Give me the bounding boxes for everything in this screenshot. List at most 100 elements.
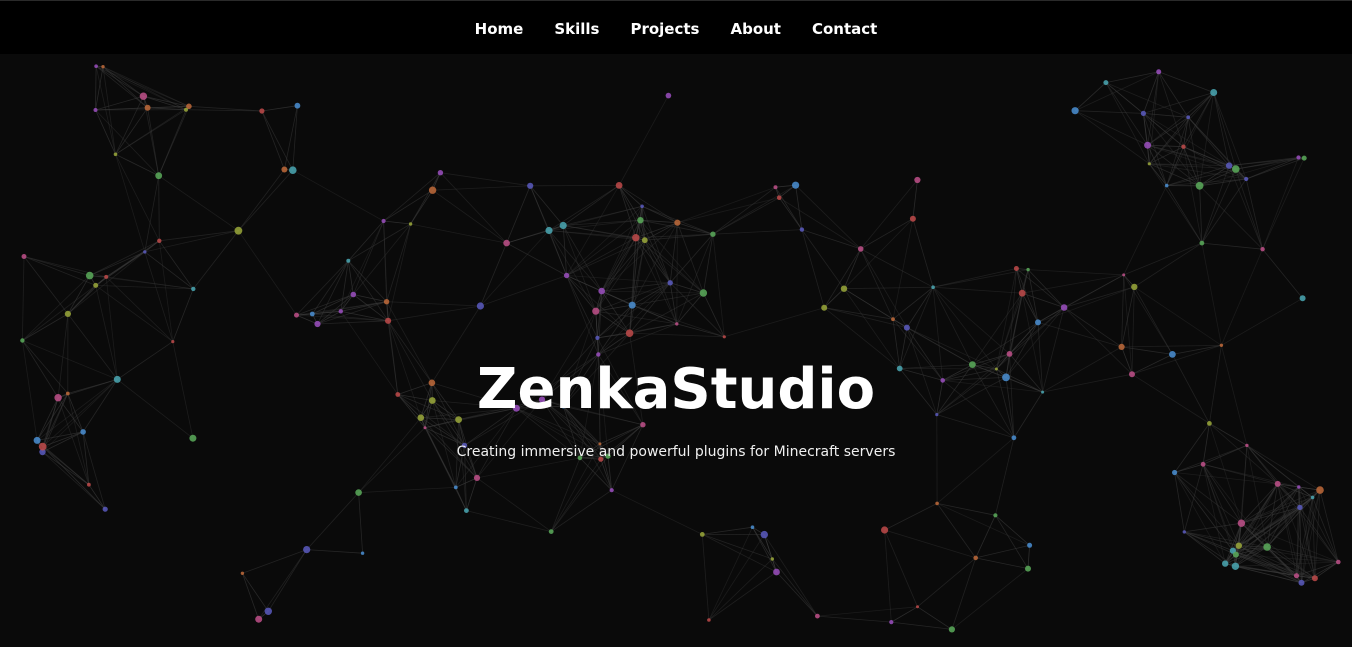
network-node xyxy=(538,396,546,403)
network-node xyxy=(840,285,848,292)
nav-link-projects[interactable]: Projects xyxy=(630,18,699,38)
network-link xyxy=(358,492,363,554)
network-node xyxy=(1041,390,1045,394)
network-node xyxy=(1118,343,1125,350)
network-node xyxy=(33,436,41,444)
network-link xyxy=(906,327,997,370)
network-node xyxy=(675,322,679,326)
network-link xyxy=(1184,522,1242,533)
network-link xyxy=(843,218,914,289)
network-link xyxy=(1105,71,1159,83)
network-node xyxy=(940,378,945,383)
network-link xyxy=(563,406,581,459)
network-link xyxy=(899,364,973,369)
network-node xyxy=(428,186,437,194)
network-node xyxy=(1156,69,1162,75)
network-link xyxy=(261,110,285,170)
network-node xyxy=(561,403,566,409)
network-link xyxy=(1123,274,1173,355)
network-node xyxy=(563,272,570,279)
network-link xyxy=(933,268,1017,288)
network-link xyxy=(1149,92,1214,165)
nav-link-about[interactable]: About xyxy=(730,18,781,38)
network-link xyxy=(932,286,997,370)
network-link xyxy=(67,393,90,485)
network-link xyxy=(1074,82,1107,111)
top-navbar: Home Skills Projects About Contact xyxy=(0,0,1352,54)
network-node xyxy=(303,546,311,554)
network-node xyxy=(20,338,25,343)
network-link xyxy=(936,437,1015,504)
network-link xyxy=(597,337,644,425)
network-link xyxy=(778,197,803,230)
network-node xyxy=(93,108,98,112)
network-node xyxy=(1245,443,1249,448)
network-node xyxy=(294,312,299,318)
network-link xyxy=(22,313,69,341)
network-node xyxy=(1299,295,1306,302)
network-link xyxy=(397,394,426,428)
network-node xyxy=(1207,421,1212,426)
network-link xyxy=(1123,274,1133,375)
network-link xyxy=(358,487,456,493)
network-node xyxy=(87,482,91,487)
network-link xyxy=(712,229,802,235)
nav-link-contact[interactable]: Contact xyxy=(812,18,877,38)
network-node xyxy=(102,506,108,512)
network-link xyxy=(397,382,433,395)
network-link xyxy=(383,220,387,302)
network-node xyxy=(596,352,601,357)
network-link xyxy=(817,615,892,623)
network-node xyxy=(473,474,481,481)
network-node xyxy=(598,456,604,462)
network-link xyxy=(410,172,441,225)
network-node xyxy=(1200,461,1206,467)
network-node xyxy=(428,379,436,387)
network-link xyxy=(541,399,601,445)
network-link xyxy=(936,503,1030,546)
network-node xyxy=(1011,435,1017,441)
network-link xyxy=(1147,144,1247,180)
network-link xyxy=(458,399,543,420)
network-node xyxy=(104,274,109,279)
network-link xyxy=(466,510,552,532)
network-link xyxy=(1131,373,1210,424)
network-node xyxy=(1260,247,1265,252)
network-link xyxy=(144,175,160,252)
network-link xyxy=(906,286,934,328)
network-link xyxy=(1131,286,1135,375)
network-link xyxy=(712,184,796,235)
nav-link-home[interactable]: Home xyxy=(475,18,524,38)
network-link xyxy=(172,341,194,439)
network-link xyxy=(550,458,602,532)
network-links xyxy=(22,65,1339,630)
network-link xyxy=(550,455,609,532)
network-node xyxy=(545,226,553,235)
network-link xyxy=(776,571,818,617)
network-node xyxy=(309,311,315,317)
network-link xyxy=(563,354,599,407)
network-link xyxy=(158,175,239,232)
network-link xyxy=(912,179,918,219)
network-link xyxy=(595,310,677,325)
network-link xyxy=(1063,286,1135,308)
network-link xyxy=(340,301,387,312)
network-link xyxy=(1131,354,1173,375)
network-node xyxy=(360,551,365,555)
network-node xyxy=(255,615,263,623)
network-link xyxy=(942,377,1007,381)
nav-link-skills[interactable]: Skills xyxy=(554,18,599,38)
network-link xyxy=(595,311,598,338)
network-link xyxy=(42,451,90,486)
network-link xyxy=(306,492,359,550)
network-link xyxy=(975,544,1030,559)
network-node xyxy=(792,181,800,189)
network-node xyxy=(1164,183,1169,188)
network-link xyxy=(431,400,478,479)
network-link xyxy=(261,110,294,171)
network-link xyxy=(476,457,580,479)
network-link xyxy=(383,220,411,225)
network-node xyxy=(1122,273,1126,277)
network-node xyxy=(815,613,820,619)
network-link xyxy=(579,457,601,460)
